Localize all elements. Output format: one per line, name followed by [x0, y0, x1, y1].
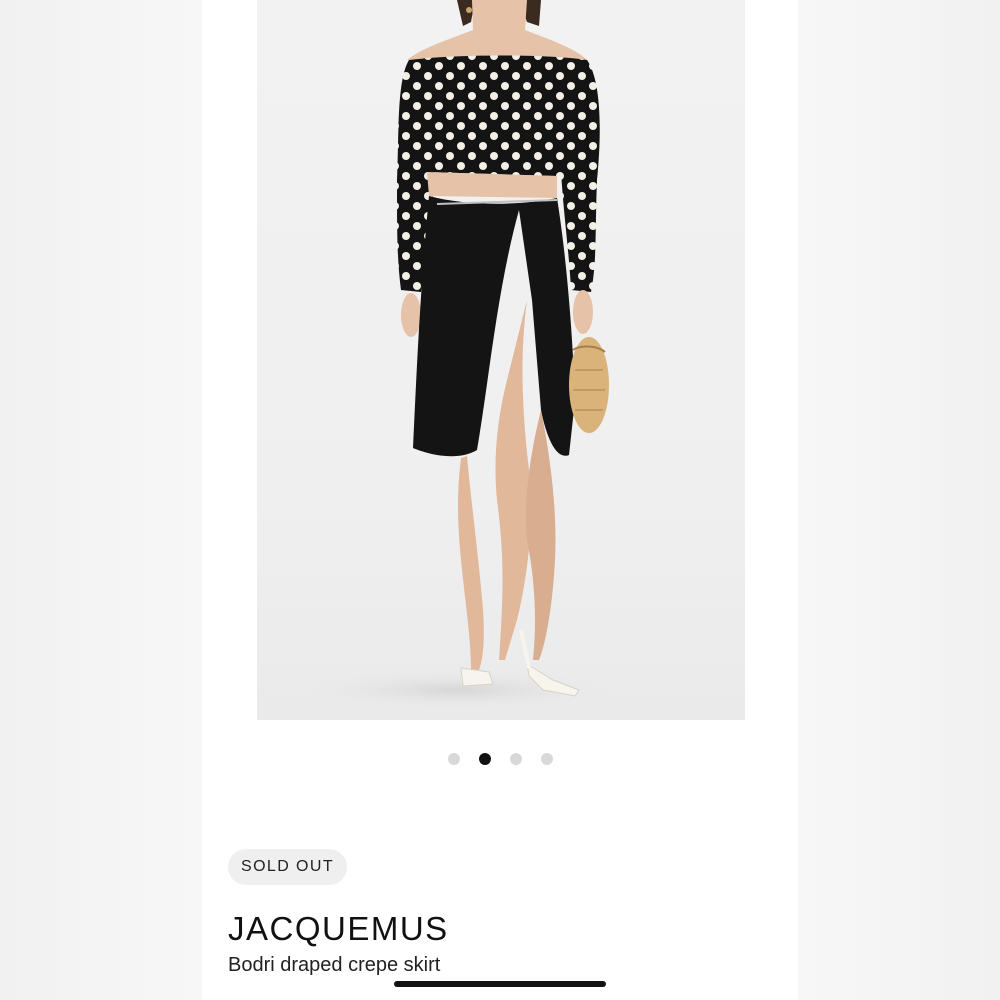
brand-name[interactable]: JACQUEMUS: [228, 910, 449, 948]
product-title: Bodri draped crepe skirt: [228, 954, 441, 976]
carousel-dot-1[interactable]: [447, 753, 460, 765]
sold-out-badge: SOLD OUT: [228, 849, 347, 885]
carousel-dot-2[interactable]: [478, 753, 491, 765]
home-indicator[interactable]: [394, 981, 606, 987]
image-carousel-indicator: [202, 753, 798, 767]
product-page: SOLD OUT JACQUEMUS Bodri draped crepe sk…: [0, 0, 1000, 1000]
product-panel: SOLD OUT JACQUEMUS Bodri draped crepe sk…: [202, 0, 798, 1000]
carousel-dot-3[interactable]: [509, 753, 522, 765]
product-image[interactable]: [257, 0, 745, 720]
carousel-dot-4[interactable]: [540, 753, 553, 765]
product-photo: [287, 0, 627, 712]
